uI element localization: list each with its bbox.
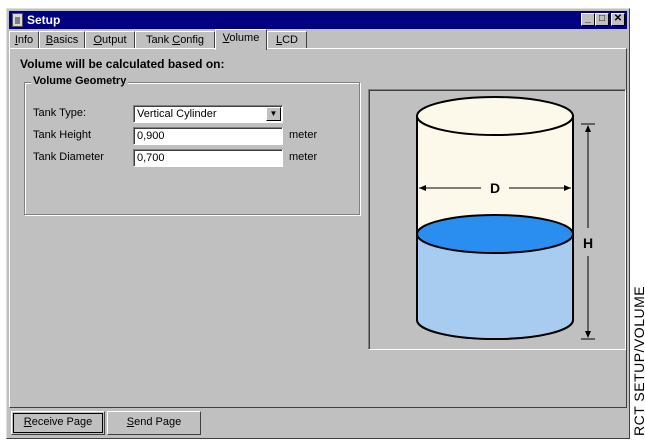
- height-label: H: [583, 235, 593, 251]
- tank-height-input[interactable]: 0,900: [133, 127, 283, 145]
- maximize-button[interactable]: □: [595, 13, 609, 26]
- tank-height-label: Tank Height: [33, 129, 92, 141]
- tank-diameter-input[interactable]: 0,700: [133, 149, 283, 167]
- tank-diameter-label: Tank Diameter: [33, 151, 104, 163]
- tab-volume[interactable]: Volume: [215, 29, 267, 50]
- dropdown-arrow-icon[interactable]: ▼: [266, 107, 281, 121]
- close-button[interactable]: ✕: [611, 13, 625, 26]
- receive-page-button[interactable]: Receive Page: [11, 411, 105, 435]
- vertical-cylinder-diagram: D H: [416, 96, 595, 340]
- tank-type-label: Tank Type:: [33, 107, 86, 119]
- tank-diagram-panel: D H: [368, 89, 626, 350]
- tank-type-value: Vertical Cylinder: [137, 108, 217, 120]
- group-title: Volume Geometry: [31, 75, 129, 87]
- height-dimension: H: [581, 123, 595, 340]
- tab-info[interactable]: Info: [9, 31, 39, 49]
- tank-type-select[interactable]: Vertical Cylinder ▼: [133, 105, 283, 123]
- volume-heading: Volume will be calculated based on:: [20, 57, 225, 71]
- tab-tank-config[interactable]: Tank Config: [135, 31, 215, 49]
- tank-top-rim: [416, 96, 574, 136]
- setup-window: Setup _ □ ✕ Info Basics Output Tank Conf…: [6, 8, 630, 439]
- volume-tab-page: Volume will be calculated based on: Volu…: [9, 48, 627, 408]
- tank-diameter-unit: meter: [289, 151, 318, 163]
- tab-lcd[interactable]: LCD: [267, 31, 307, 49]
- tab-output[interactable]: Output: [85, 31, 135, 49]
- liquid-surface: [416, 214, 574, 254]
- tank-height-unit: meter: [289, 129, 318, 141]
- title-bar[interactable]: Setup _ □ ✕: [9, 11, 627, 29]
- diameter-label: D: [490, 180, 500, 196]
- tab-basics[interactable]: Basics: [39, 31, 85, 49]
- minimize-button[interactable]: _: [581, 13, 595, 26]
- window-title: Setup: [27, 13, 61, 27]
- app-icon: [12, 13, 23, 27]
- send-page-button[interactable]: Send Page: [107, 411, 201, 435]
- side-caption: RCT SETUP/VOLUME: [631, 285, 645, 436]
- volume-geometry-group: Volume Geometry Tank Type: Vertical Cyli…: [24, 75, 360, 215]
